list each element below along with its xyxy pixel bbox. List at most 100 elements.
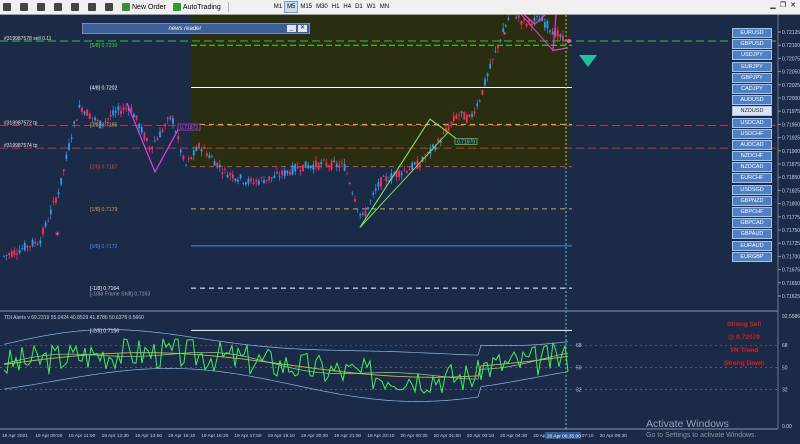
time-tick-label: 20 Apr 08:30 [600, 433, 628, 439]
price-tick-label: 0.71800 [782, 202, 800, 208]
symbol-button-eurchf[interactable]: EURCHF [732, 173, 772, 184]
symbol-button-nzdusd[interactable]: NZDUSD [732, 106, 772, 117]
toolbar-button-crosshair[interactable] [17, 1, 33, 13]
new-order-icon [122, 3, 130, 11]
symbol-button-eurusd[interactable]: EURUSD [732, 28, 772, 38]
toolbar-button-vertical-line[interactable] [34, 1, 50, 13]
indicator-scale-label: 68 [782, 343, 788, 349]
symbol-button-gbpcad[interactable]: GBPCAD [732, 218, 772, 229]
toolbar-button-new-order[interactable]: New Order [119, 1, 169, 13]
time-tick-label: 20 Apr 03:10 [467, 433, 495, 439]
price-tick-label: 0.71750 [782, 228, 800, 234]
symbol-button-list: EURUSD GBPUSD USDJPY EURJPY GBPJPY CADJPY AUDU… [732, 28, 772, 263]
price-tick-label: 0.72000 [782, 96, 800, 102]
symbol-button-eurgbp[interactable]: EURGBP [732, 251, 772, 262]
toolbar-button-arrow-cursor[interactable] [0, 1, 16, 13]
toolbar-button-horizontal-line[interactable] [51, 1, 67, 13]
time-tick-label: 19 Apr 23:10 [367, 433, 395, 439]
murrey-level-label: [4/8] 0.7202 [90, 85, 118, 91]
price-tick-label: 0.71875 [782, 162, 800, 168]
toolbar-buttons: New Order AutoTrading [0, 1, 225, 13]
time-tick-label: 19 Apr 15:10 [168, 433, 196, 439]
price-tick-label: 0.72100 [782, 43, 800, 49]
news-minimize-button[interactable]: _ [287, 25, 296, 32]
signal-panel: Strong Sell @ 0.72079 YN Trend Strong Do… [712, 321, 776, 373]
time-tick-label: 19 Apr 16:30 [201, 433, 229, 439]
timeframe-m5[interactable]: M5 [284, 1, 299, 13]
current-time-label: 20 Apr 08:35:00 [547, 434, 581, 440]
news-reader-title: news reader [168, 25, 202, 32]
pattern-price-label: 0.71872 [180, 125, 198, 131]
murrey-level-label: [5/8] 0.7210 [90, 43, 118, 49]
indicator-level-label: 68 [576, 343, 582, 349]
channel-icon [88, 3, 96, 11]
vertical-line-icon [37, 3, 45, 11]
price-tick-label: 0.72075 [782, 56, 800, 62]
symbol-button-gbpusd[interactable]: GBPUSD [732, 39, 772, 50]
price-tick-label: 0.72025 [782, 83, 800, 89]
timeframe-bar: M1 M5 M15 M30 H1 H4 D1 W1 MN [272, 1, 391, 13]
timeframe-w1[interactable]: W1 [365, 2, 378, 12]
timeframe-m15[interactable]: M15 [298, 2, 314, 12]
symbol-button-gbpchf[interactable]: GBPCHF [732, 207, 772, 217]
timeframe-m1[interactable]: M1 [272, 2, 284, 12]
toolbar-button-channel[interactable] [85, 1, 101, 13]
timeframe-h4[interactable]: H4 [341, 2, 353, 12]
arrow-cursor-icon [3, 3, 11, 11]
symbol-button-gbpaud[interactable]: GBPAUD [732, 229, 772, 240]
restore-icon[interactable]: ❐ [778, 1, 788, 9]
symbol-button-gbpnzd[interactable]: GBPNZD [732, 195, 772, 206]
murrey-level-label: [2/8] 0.7187 [90, 165, 118, 171]
indicator-scale-label: 92.5586 [782, 314, 800, 320]
horizontal-line-icon [54, 3, 62, 11]
symbol-button-usdchf[interactable]: USDCHF [732, 128, 772, 139]
symbol-button-gbpjpy[interactable]: GBPJPY [732, 72, 772, 83]
symbol-button-eurjpy[interactable]: EURJPY [732, 61, 772, 72]
timeframe-m30[interactable]: M30 [314, 2, 330, 12]
order-label: #319987572 tp [4, 120, 38, 126]
murrey-zone [191, 15, 570, 167]
symbol-button-usdcad[interactable]: USDCAD [732, 117, 772, 128]
window-controls: ▁ ❐ ✕ [768, 1, 798, 9]
activate-windows-title: Activate Windows [646, 418, 729, 430]
indicator-scale-label: 32 [782, 388, 788, 394]
time-tick-label: 20 Apr 00:30 [400, 433, 428, 439]
close-icon[interactable]: ✕ [788, 1, 798, 9]
signal-line-4: Strong Down [723, 360, 765, 367]
timeframe-mn[interactable]: MN [378, 2, 391, 12]
news-close-button[interactable]: ✕ [298, 25, 307, 32]
price-tick-label: 0.72050 [782, 70, 800, 76]
price-tick-label: 0.71900 [782, 149, 800, 155]
symbol-button-euraud[interactable]: EURAUD [732, 240, 772, 251]
toolbar-button-text[interactable] [102, 1, 118, 13]
symbol-button-audusd[interactable]: AUDUSD [732, 95, 772, 106]
pattern-price-label: 0.71979 [457, 139, 475, 145]
toolbar-button-label: New Order [132, 3, 166, 11]
main-toolbar: New Order AutoTrading M1 M5 M15 M30 H1 H4 D1 W1 M… [0, 0, 800, 15]
time-tick-label: 19 Apr 2021 [2, 433, 28, 439]
price-tick-label: 0.71700 [782, 254, 800, 260]
time-tick-label: 20 Apr 01:50 [434, 433, 462, 439]
signal-line-2: @ 0.72079 [728, 334, 760, 341]
time-tick-label: 19 Apr 19:10 [268, 433, 296, 439]
timeframe-d1[interactable]: D1 [353, 2, 365, 12]
toolbar-button-autotrading[interactable]: AutoTrading [170, 1, 224, 13]
text-icon [105, 3, 113, 11]
timeframe-h1[interactable]: H1 [330, 2, 342, 12]
symbol-button-cadjpy[interactable]: CADJPY [732, 83, 772, 94]
symbol-button-usdsgd[interactable]: USDSGD [732, 184, 772, 195]
time-tick-label: 19 Apr 20:30 [301, 433, 329, 439]
svg-text:✶: ✶ [502, 31, 507, 38]
symbol-button-nzdcad[interactable]: NZDCAD [732, 162, 772, 173]
toolbar-button-trendline[interactable] [68, 1, 84, 13]
time-tick-label: 19 Apr 21:50 [334, 433, 362, 439]
price-tick-label: 0.71950 [782, 122, 800, 128]
symbol-button-audcad[interactable]: AUDCAD [732, 139, 772, 150]
minimize-icon[interactable]: ▁ [768, 1, 778, 9]
time-tick-label: 20 Apr 04:30 [500, 433, 528, 439]
symbol-button-usdjpy[interactable]: USDJPY [732, 50, 772, 61]
indicator-scale-label: 0.00 [782, 424, 792, 430]
price-tick-label: 0.72125 [782, 30, 800, 36]
symbol-button-nzdchf[interactable]: NZDCHF [732, 151, 772, 162]
price-chart[interactable]: [8/8] 0.7217[5/8] 0.7210[4/8] 0.7202[3/8… [0, 15, 800, 444]
